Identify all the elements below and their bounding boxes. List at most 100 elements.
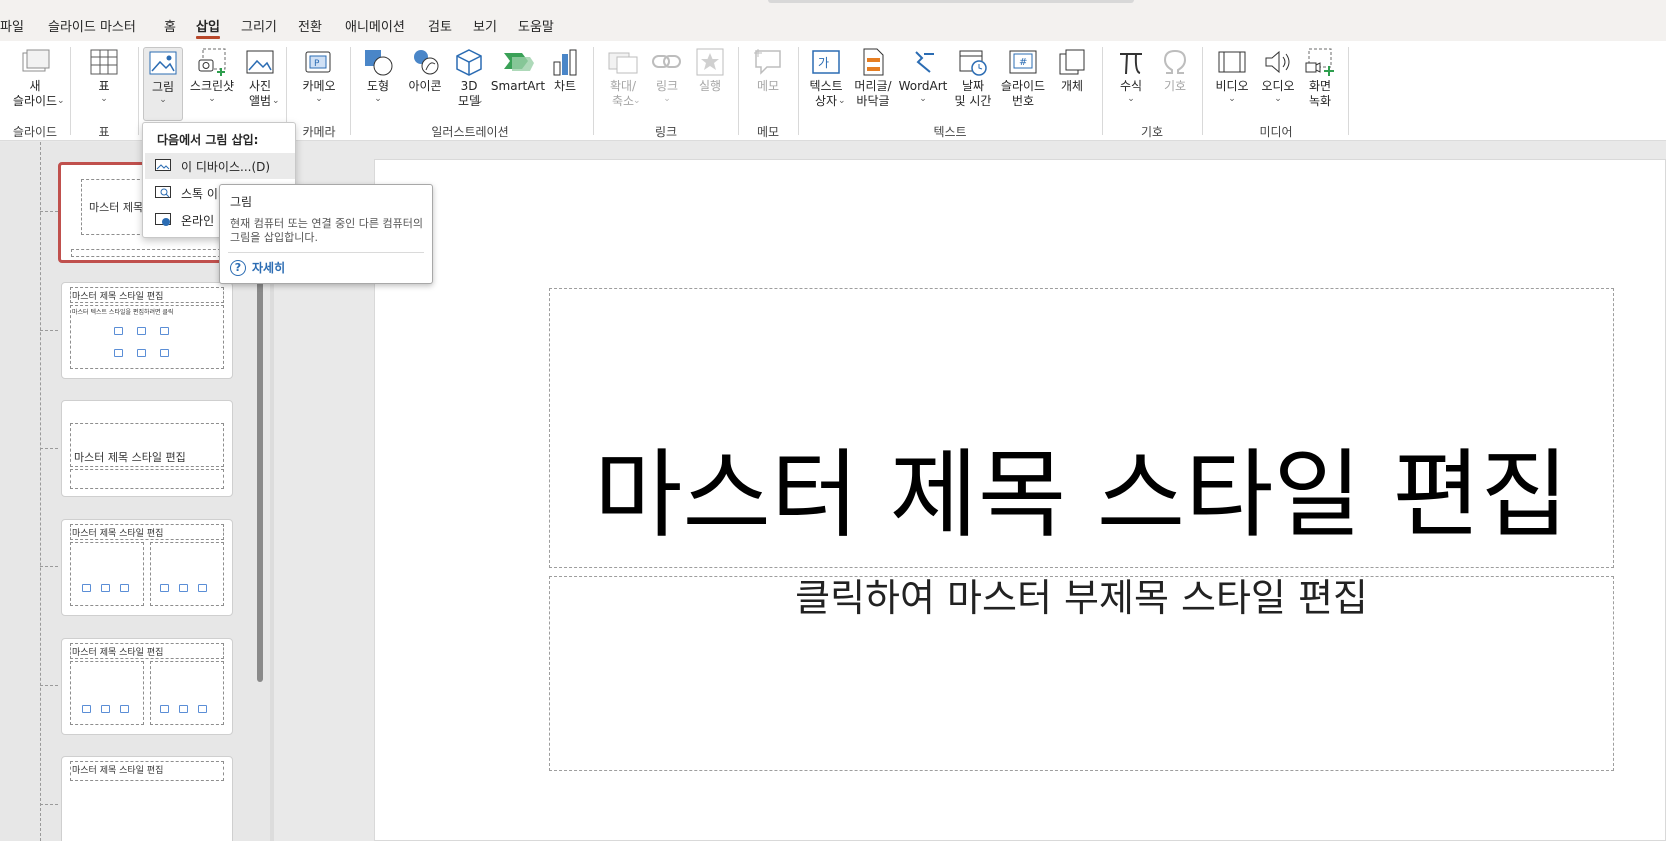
group-separator [1202, 47, 1203, 135]
tab-draw[interactable]: 그리기 [241, 16, 277, 36]
thumb-footer-placeholder [71, 249, 221, 257]
group-separator [70, 47, 71, 135]
picture-button[interactable]: 그림 ⌄ [143, 47, 183, 121]
link-button[interactable]: 링크 ⌄ [648, 47, 686, 121]
tab-animations[interactable]: 애니메이션 [345, 16, 405, 36]
table-chevron-icon: ⌄ [100, 94, 108, 104]
textbox-chevron-icon[interactable]: ⌄ [838, 96, 846, 106]
new-slide-button[interactable]: 새 슬라이드 [4, 47, 66, 121]
zoom-button[interactable]: 확대/ 축소 [600, 47, 646, 121]
screenshot-icon [195, 47, 229, 77]
calendar-icon [956, 47, 990, 77]
textbox-button[interactable]: 가 텍스트 상자 [804, 47, 848, 121]
header-footer-button[interactable]: 머리글/ 바닥글 [850, 47, 896, 121]
layout-tree-connector [40, 330, 58, 331]
new-slide-chevron-icon[interactable]: ⌄ [57, 96, 65, 106]
shapes-button[interactable]: 도형 ⌄ [358, 47, 398, 121]
symbol-button[interactable]: 기호 [1156, 47, 1194, 121]
tooltip-title: 그림 [230, 195, 253, 209]
date-time-button[interactable]: 날짜 및 시간 [950, 47, 996, 121]
slide-thumbnail-layout[interactable]: 마스터 제목 스타일 편집 [61, 638, 233, 735]
wordart-button[interactable]: WordArt ⌄ [898, 47, 948, 121]
wordart-label: WordArt [898, 79, 948, 93]
screen-recording-button[interactable]: 화면 녹화 [1300, 47, 1340, 121]
tooltip-description: 현재 컴퓨터 또는 연결 중인 다른 컴퓨터의 그림을 삽입합니다. [230, 217, 424, 244]
action-button[interactable]: 실행 [690, 47, 730, 121]
slide-title-text[interactable]: 마스터 제목 스타일 편집 [549, 440, 1614, 550]
zoom-chevron-icon[interactable]: ⌄ [633, 96, 641, 106]
equation-button[interactable]: 수식 ⌄ [1110, 47, 1152, 121]
thumb-title-text: 마스터 제목 스타일 편집 [72, 766, 164, 776]
cameo-button[interactable]: P 카메오 ⌄ [298, 47, 340, 121]
slide-thumbnail-layout[interactable]: 마스터 제목 스타일 편집 [61, 756, 233, 841]
picture-icon [146, 48, 180, 78]
action-label: 실행 [698, 79, 722, 93]
audio-label: 오디오 [1261, 79, 1295, 93]
title-bar: 파일 슬라이드 마스터 홈 삽입 그리기 전환 애니메이션 검토 보기 도움말 [0, 0, 1666, 41]
tab-transitions[interactable]: 전환 [298, 16, 322, 36]
group-separator [138, 47, 139, 135]
tab-home[interactable]: 홈 [164, 16, 176, 36]
slide-thumbnail-layout[interactable]: 마스터 제목 스타일 편집 [61, 400, 233, 497]
thumb-insert-icons [114, 349, 169, 357]
icons-button[interactable]: 아이콘 [402, 47, 448, 121]
online-pictures-label: 온라인 [181, 213, 215, 228]
online-picture-icon [155, 213, 171, 227]
dropdown-header: 다음에서 그림 삽입: [157, 133, 259, 147]
insert-from-device-item[interactable]: 이 디바이스...(D) [145, 153, 295, 179]
tab-help[interactable]: 도움말 [518, 16, 554, 36]
screen-recording-icon [1303, 47, 1337, 77]
comment-button[interactable]: 메모 [748, 47, 788, 121]
date-time-label: 날짜 및 시간 [954, 79, 992, 108]
object-button[interactable]: 개체 [1052, 47, 1092, 121]
thumb-body-placeholder [70, 469, 224, 489]
tab-review[interactable]: 검토 [428, 16, 452, 36]
comment-label: 메모 [756, 79, 780, 93]
slide-subtitle-text[interactable]: 클릭하여 마스터 부제목 스타일 편집 [549, 575, 1614, 621]
layout-tree-line [40, 142, 41, 841]
screenshot-button[interactable]: 스크린샷 ⌄ [186, 47, 238, 121]
tab-insert[interactable]: 삽입 [196, 16, 220, 39]
photo-album-button[interactable]: 사진 앨범 [240, 47, 280, 121]
screenshot-label: 스크린샷 [189, 79, 235, 93]
chart-button[interactable]: 차트 [548, 47, 582, 121]
tell-me-more-link[interactable]: ? 자세히 [230, 259, 285, 276]
thumb-title-text: 마스터 제목 스타일 편집 [72, 529, 164, 539]
group-text-label: 텍스트 [933, 125, 967, 139]
slide-thumbnail-layout[interactable]: 마스터 제목 스타일 편집 [61, 519, 233, 616]
tab-file[interactable]: 파일 [0, 16, 24, 36]
group-separator [593, 47, 594, 135]
table-button[interactable]: 표 ⌄ [84, 47, 124, 121]
audio-button[interactable]: 오디오 ⌄ [1256, 47, 1300, 121]
thumb-content-placeholder [70, 661, 144, 725]
thumb-content-placeholder [150, 542, 224, 606]
table-icon [87, 47, 121, 77]
tab-slide-master[interactable]: 슬라이드 마스터 [48, 16, 136, 36]
help-icon: ? [230, 259, 246, 276]
textbox-icon: 가 [809, 47, 843, 77]
group-separator [798, 47, 799, 135]
video-button[interactable]: 비디오 ⌄ [1210, 47, 1254, 121]
tooltip-divider [228, 252, 424, 253]
zoom-icon [606, 47, 640, 77]
thumb-title-text: 마스터 제목 스타일 편집 [72, 648, 164, 658]
thumb-content-placeholder [150, 661, 224, 725]
tab-view[interactable]: 보기 [473, 16, 497, 36]
symbol-label: 기호 [1163, 79, 1187, 93]
3d-models-button[interactable]: 3D 모델 [448, 47, 490, 121]
thumb-content-placeholder [70, 542, 144, 606]
table-label: 표 [98, 79, 110, 93]
search-box[interactable] [768, 0, 1134, 3]
photo-album-chevron-icon[interactable]: ⌄ [272, 96, 280, 106]
new-slide-icon [18, 47, 52, 77]
slide-thumbnail-layout[interactable]: 마스터 제목 스타일 편집 마스터 텍스트 스타일을 편집하려면 클릭 [61, 282, 233, 379]
group-comments-label: 메모 [756, 125, 780, 139]
star-icon [693, 47, 727, 77]
3d-models-chevron-icon[interactable]: ⌄ [476, 96, 484, 106]
smartart-button[interactable]: SmartArt [490, 47, 546, 121]
slide-number-button[interactable]: # 슬라이드 번호 [996, 47, 1050, 121]
thumb-insert-icons [160, 584, 207, 592]
icons-label: 아이콘 [408, 79, 442, 93]
cube-icon [452, 47, 486, 77]
slide-number-label: 슬라이드 번호 [1000, 79, 1046, 108]
